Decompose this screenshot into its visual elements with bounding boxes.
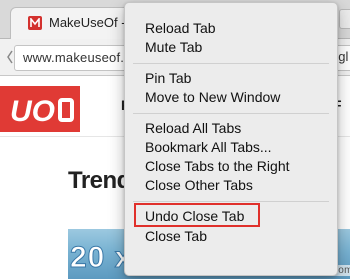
menu-separator	[133, 63, 329, 64]
menu-item-pin-tab[interactable]: Pin Tab	[145, 69, 191, 87]
svg-text:UO: UO	[10, 95, 55, 126]
menu-item-close-other-tabs[interactable]: Close Other Tabs	[145, 176, 253, 194]
highlight-box	[134, 203, 260, 227]
menu-separator	[133, 201, 329, 202]
menu-item-move-to-new-window[interactable]: Move to New Window	[145, 88, 280, 106]
section-headline: Trend	[68, 167, 131, 194]
site-logo[interactable]: UO	[0, 86, 80, 132]
menu-item-close-tab[interactable]: Close Tab	[145, 227, 207, 245]
back-icon[interactable]	[6, 47, 14, 72]
makeuseof-favicon-icon	[28, 16, 42, 30]
menu-item-bookmark-all-tabs[interactable]: Bookmark All Tabs...	[145, 138, 272, 156]
tab-context-menu: Reload Tab Mute Tab Pin Tab Move to New …	[124, 2, 338, 276]
url-text: www.makeuseof.c	[23, 50, 131, 65]
menu-item-mute-tab[interactable]: Mute Tab	[145, 38, 202, 56]
menu-item-reload-all-tabs[interactable]: Reload All Tabs	[145, 119, 241, 137]
menu-item-close-tabs-to-right[interactable]: Close Tabs to the Right	[145, 157, 290, 175]
menu-item-reload-tab[interactable]: Reload Tab	[145, 19, 216, 37]
menu-separator	[133, 113, 329, 114]
profile-button[interactable]	[339, 9, 350, 29]
